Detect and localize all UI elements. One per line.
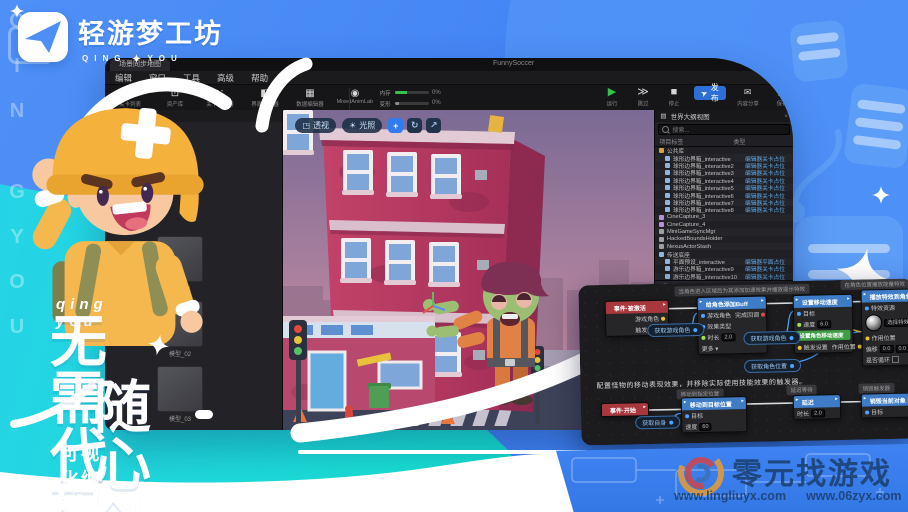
material-sphere-preview — [865, 314, 882, 331]
watermark-url-2[interactable]: www.06zyx.com — [806, 489, 901, 503]
logo-sparkle-icon — [10, 4, 24, 18]
brand-sub-star-icon — [132, 54, 141, 63]
promo-banner: QINGYOU 场景同步地图 FunnySoccer 编辑窗口工具高级帮助 ≡ … — [0, 0, 908, 512]
blueprint-node[interactable]: 播放特效到角色特效资源特效实例选择特效资源作用位置偏移0.00.00.0是否循环 — [861, 288, 908, 367]
viewport-mode-button[interactable]: ☀ 光照 — [342, 118, 382, 133]
watermark-url-1[interactable]: www.lingliuyx.com — [674, 489, 786, 503]
hero-line2: 随心创造 — [94, 380, 183, 512]
getter-pill-node[interactable]: 获取自身 — [635, 415, 680, 429]
blueprint-node[interactable]: 事件·开始 — [601, 402, 649, 417]
watermark-title: 零元找游戏 — [732, 449, 892, 493]
blueprint-node[interactable]: 给角色添加Buff游戏角色完成回调效果类型时长2.0更多 ▾ — [697, 296, 768, 355]
transform-tool-button[interactable]: ↻ — [407, 118, 422, 133]
blueprint-node[interactable]: 延迟时长2.0 — [793, 394, 842, 420]
blueprint-panel[interactable]: 当角色进入区域后为其添加加速效果并播放提示特效在角色位置播放能量特效移动到指定位… — [578, 279, 908, 446]
brand-logo: 轻游梦工坊 QING YOU — [18, 12, 223, 63]
getter-pill-node[interactable]: 获取角色位置 — [744, 359, 801, 373]
blueprint-node[interactable]: 设置移动速度目标速度6.0设置角色移动速度触发设置作用位置 — [793, 294, 854, 354]
viewport-mode-icon: ◳ — [302, 121, 310, 130]
transform-tool-button[interactable]: + — [388, 118, 403, 133]
getter-pill-node[interactable]: 获取游戏角色 — [647, 323, 704, 337]
blueprint-node[interactable]: 销毁当前对象目标 — [861, 392, 908, 418]
brand-logo-icon — [18, 12, 68, 62]
transform-tool-button[interactable]: ↗ — [426, 118, 441, 133]
brand-sub-left: QING — [82, 54, 126, 63]
brand-sub-right: YOU — [147, 54, 182, 63]
brand-title: 轻游梦工坊 — [78, 12, 223, 51]
blueprint-node[interactable]: 移动到目标位置目标速度60 — [681, 396, 748, 433]
getter-pill-node[interactable]: 获取游戏角色 — [743, 331, 800, 345]
hero-dash — [195, 410, 213, 419]
hero-caption: 可视化编程，让你的创意不再被代码拒之门外 — [60, 440, 101, 512]
node-comment: 当角色进入区域后为其添加加速效果并播放提示特效 — [674, 284, 809, 297]
viewport-mode-button[interactable]: ◳ 透视 — [295, 118, 336, 133]
viewport-mode-icon: ☀ — [349, 121, 356, 130]
watermark-band: 零元找游戏 www.lingliuyx.com www.06zyx.com — [556, 444, 908, 512]
